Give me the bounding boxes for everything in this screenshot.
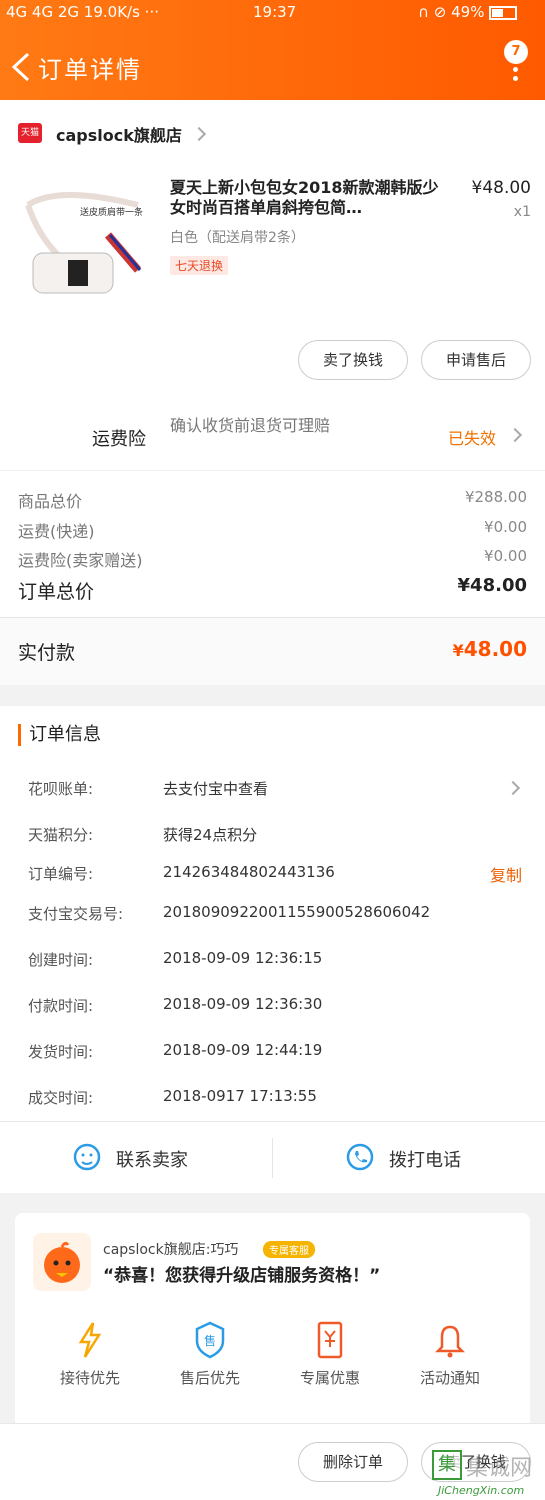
insurance-text: 确认收货前退货可理赔 [170,416,331,435]
status-network: 4G 4G 2G 19.0K/s ··· [6,3,159,21]
bag-illustration [25,192,142,294]
vip-item-label: 活动通知 [419,1369,480,1387]
product-image[interactable]: 送皮质肩带一条 [18,175,148,300]
after-sale-button[interactable]: 申请售后 [421,340,531,380]
vip-item-label: 售后优先 [179,1369,240,1387]
info-key: 天猫积分: [28,826,94,844]
info-key: 发货时间: [28,1043,94,1061]
order-total-label: 订单总价 [18,581,95,603]
shop-name: capslock旗舰店 [56,126,182,145]
chevron-right-icon [505,780,521,796]
product-qty: x1 [513,204,531,220]
info-key: 订单编号: [28,865,94,883]
info-value: 2018-09-09 12:44:19 [163,1041,323,1059]
vip-message: “恭喜！您获得升级店铺服务资格！” [103,1266,381,1286]
chat-bubble-icon [73,1143,101,1171]
coupon-icon [317,1321,343,1359]
insurance-status[interactable]: 已失效 [448,425,496,449]
info-key: 花呗账单: [28,780,94,798]
call-button[interactable]: 拨打电话 [273,1122,545,1194]
watermark-logo: 集 [432,1450,462,1480]
info-value: 获得24点积分 [163,826,258,844]
call-label: 拨打电话 [389,1150,461,1171]
tmall-logo: 天猫 [18,123,42,143]
vip-service-card: capslock旗舰店:巧巧 专属客服 “恭喜！您获得升级店铺服务资格！” 接待… [15,1213,530,1453]
paid-row: 实付款 ¥48.00 [0,617,545,685]
fee-label: 运费险(卖家赠送) [18,551,143,570]
info-value: 2018-09-09 12:36:15 [163,949,323,967]
fee-value: ¥0.00 [484,518,527,536]
fee-label: 运费(快递) [18,522,95,541]
more-dot-icon [513,67,518,72]
status-time: 19:37 [253,3,297,21]
order-number: 214263484802443136 [163,863,335,881]
more-dot-icon [513,76,518,81]
product-title[interactable]: 夏天上新小包包女2018新款潮韩版少女时尚百搭单肩斜挎包简… [170,178,450,218]
insurance-label: 运费险 [92,429,146,450]
title-bar: 订单详情 7 [0,40,545,90]
shield-icon: 售 [195,1321,225,1359]
info-value: 2018090922001155900528606042 [163,903,431,921]
service-avatar [33,1233,91,1291]
contact-seller-button[interactable]: 联系卖家 [0,1122,272,1194]
return-tag: 七天退换 [170,256,229,275]
image-caption: 送皮质肩带一条 [80,208,144,218]
fee-value: ¥288.00 [464,488,527,506]
paid-value: ¥48.00 [452,637,527,661]
product-price: ¥48.00 [471,178,531,198]
lightning-icon [78,1322,102,1358]
watermark: 集 集诚网 JiChengXin.com [430,1448,540,1498]
message-count-badge: 7 [504,40,528,64]
contact-seller-label: 联系卖家 [116,1150,188,1171]
phone-icon [346,1143,374,1171]
page-title: 订单详情 [38,56,142,84]
svg-text:售: 售 [204,1333,216,1348]
vip-item-label: 专属优惠 [299,1369,360,1387]
sell-button[interactable]: 卖了换钱 [298,340,408,380]
section-title: 订单信息 [18,724,101,746]
status-battery-wrap: ∩ ⊘ 49% [418,3,518,21]
battery-icon [489,5,518,20]
contact-bar: 联系卖家 拨打电话 [0,1121,545,1193]
bell-icon [434,1325,466,1358]
watermark-url: JiChengXin.com [438,1484,525,1497]
info-key: 成交时间: [28,1089,94,1107]
copy-button[interactable]: 复制 [490,862,522,886]
divider [0,470,545,471]
order-total-value: ¥48.00 [457,575,527,596]
product-sku: 白色（配送肩带2条） [170,230,305,246]
huabei-link[interactable]: 去支付宝中查看 [163,778,268,799]
info-key: 支付宝交易号: [28,905,124,923]
info-value: 2018-09-09 12:36:30 [163,995,323,1013]
order-info-section: 订单信息 花呗账单: 去支付宝中查看 天猫积分: 获得24点积分 订单编号: 2… [0,706,545,1121]
back-arrow-icon[interactable] [8,50,38,84]
paid-label: 实付款 [18,642,76,664]
fee-value: ¥0.00 [484,547,527,565]
service-shop-name: capslock旗舰店:巧巧 [103,1242,239,1258]
info-key: 创建时间: [28,951,94,969]
vip-item-label: 接待优先 [59,1369,120,1387]
headphone-icon: ∩ ⊘ [418,3,447,21]
more-menu-button[interactable]: 7 [500,40,534,90]
vip-tag: 专属客服 [263,1241,315,1258]
info-value: 2018-0917 17:13:55 [163,1087,317,1105]
status-battery: 49% [451,3,485,21]
info-key: 付款时间: [28,997,94,1015]
app-header: 4G 4G 2G 19.0K/s ··· 19:37 ∩ ⊘ 49% 订单详情 … [0,0,545,100]
watermark-text: 集诚网 [466,1456,533,1481]
delete-order-button[interactable]: 删除订单 [298,1442,408,1482]
fee-label: 商品总价 [18,492,83,511]
